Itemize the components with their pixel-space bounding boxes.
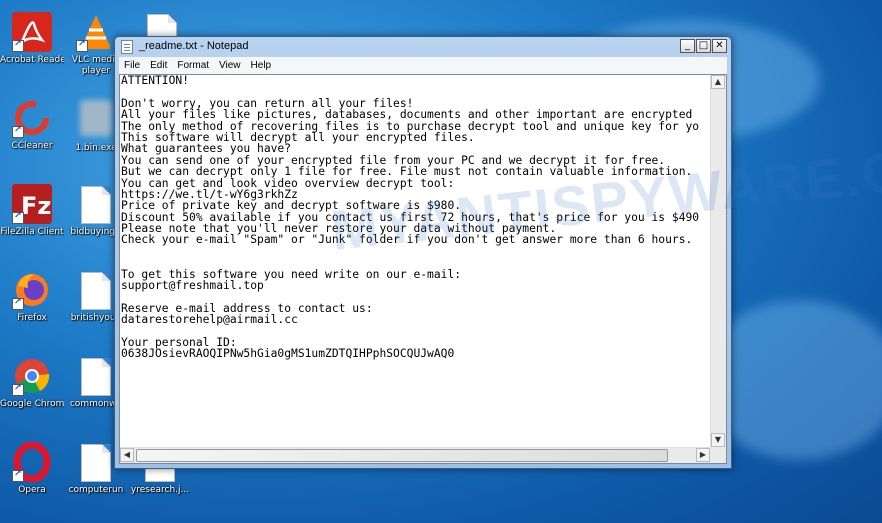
notepad-icon: [121, 40, 133, 54]
menu-view[interactable]: View: [214, 60, 246, 71]
text-line: [121, 257, 710, 268]
text-line: 0638JOsievRAOQIPNw5hGia0gMS1umZDTQIHPphS…: [121, 347, 455, 361]
desktop-icon-acrobat[interactable]: Acrobat Reader DC: [0, 12, 64, 66]
desktop-icon-label: computerun: [68, 485, 124, 495]
ccleaner-icon: [12, 98, 52, 138]
maximize-button[interactable]: □: [696, 39, 711, 53]
text-line: [121, 246, 710, 257]
filezilla-icon: Fz: [12, 184, 52, 224]
text-line: ATTENTION!: [121, 75, 190, 87]
file-icon: [81, 358, 111, 396]
chrome-icon: [12, 356, 52, 396]
title-bar[interactable]: _readme.txt - Notepad _ □ ✕: [115, 37, 731, 57]
desktop-icon-opera[interactable]: Opera: [0, 441, 64, 496]
text-line: All your files like pictures, databases,…: [121, 108, 693, 122]
desktop-icon-label: CCleaner: [11, 141, 53, 151]
exe-icon: [76, 100, 116, 140]
scroll-up-arrow-icon[interactable]: ▲: [711, 75, 725, 89]
vlc-icon: [76, 12, 116, 52]
opera-icon: [12, 441, 52, 483]
scroll-right-arrow-icon[interactable]: ▶: [696, 448, 710, 462]
desktop-icon-label: Opera: [18, 485, 46, 495]
svg-text:Fz: Fz: [21, 192, 51, 220]
menu-bar: File Edit Format View Help: [119, 57, 727, 74]
acrobat-icon: [12, 12, 52, 52]
text-line: support@freshmail.top: [121, 279, 264, 293]
menu-help[interactable]: Help: [246, 60, 277, 71]
desktop-icon-label: FileZilla Client: [0, 227, 64, 237]
desktop-icon-ccleaner[interactable]: CCleaner: [0, 98, 64, 152]
firefox-icon: [12, 270, 52, 310]
window-controls: _ □ ✕: [680, 39, 727, 53]
text-line: datarestorehelp@airmail.cc: [121, 313, 298, 327]
close-button[interactable]: ✕: [712, 39, 727, 53]
file-icon: [81, 186, 111, 224]
vertical-scrollbar[interactable]: ▲ ▼: [710, 75, 726, 447]
window-title: _readme.txt - Notepad: [139, 40, 249, 52]
desktop-icon-label: Firefox: [17, 313, 47, 323]
text-line: Price of private key and decrypt softwar…: [121, 199, 462, 213]
menu-format[interactable]: Format: [172, 60, 214, 71]
scroll-down-arrow-icon[interactable]: ▼: [711, 433, 725, 447]
text-line: But we can decrypt only 1 file for free.…: [121, 165, 693, 179]
file-icon: [81, 444, 111, 482]
desktop-icon-label: yresearch.j...: [130, 485, 190, 495]
desktop-icon-firefox[interactable]: Firefox: [0, 270, 64, 324]
horizontal-scroll-thumb[interactable]: [136, 449, 668, 462]
editor: ATTENTION! Don't worry, you can return al…: [119, 74, 727, 464]
notepad-window[interactable]: _readme.txt - Notepad _ □ ✕ File Edit Fo…: [114, 36, 732, 469]
minimize-button[interactable]: _: [680, 39, 695, 53]
resize-grip[interactable]: [710, 447, 726, 463]
file-icon: [81, 272, 111, 310]
horizontal-scrollbar[interactable]: ◀ ▶: [120, 447, 710, 463]
scroll-left-arrow-icon[interactable]: ◀: [120, 448, 134, 462]
desktop-icon-chrome[interactable]: Google Chrome: [0, 356, 64, 410]
desktop-icon-filezilla[interactable]: Fz FileZilla Client: [0, 184, 64, 238]
text-editor-area[interactable]: ATTENTION! Don't worry, you can return al…: [120, 75, 710, 447]
menu-file[interactable]: File: [119, 60, 145, 71]
text-line: Check your e-mail "Spam" or "Junk" folde…: [121, 233, 693, 247]
desktop-icon-label: Acrobat Reader DC: [0, 55, 64, 65]
desktop-icon-label: Google Chrome: [0, 399, 64, 409]
menu-edit[interactable]: Edit: [145, 60, 172, 71]
